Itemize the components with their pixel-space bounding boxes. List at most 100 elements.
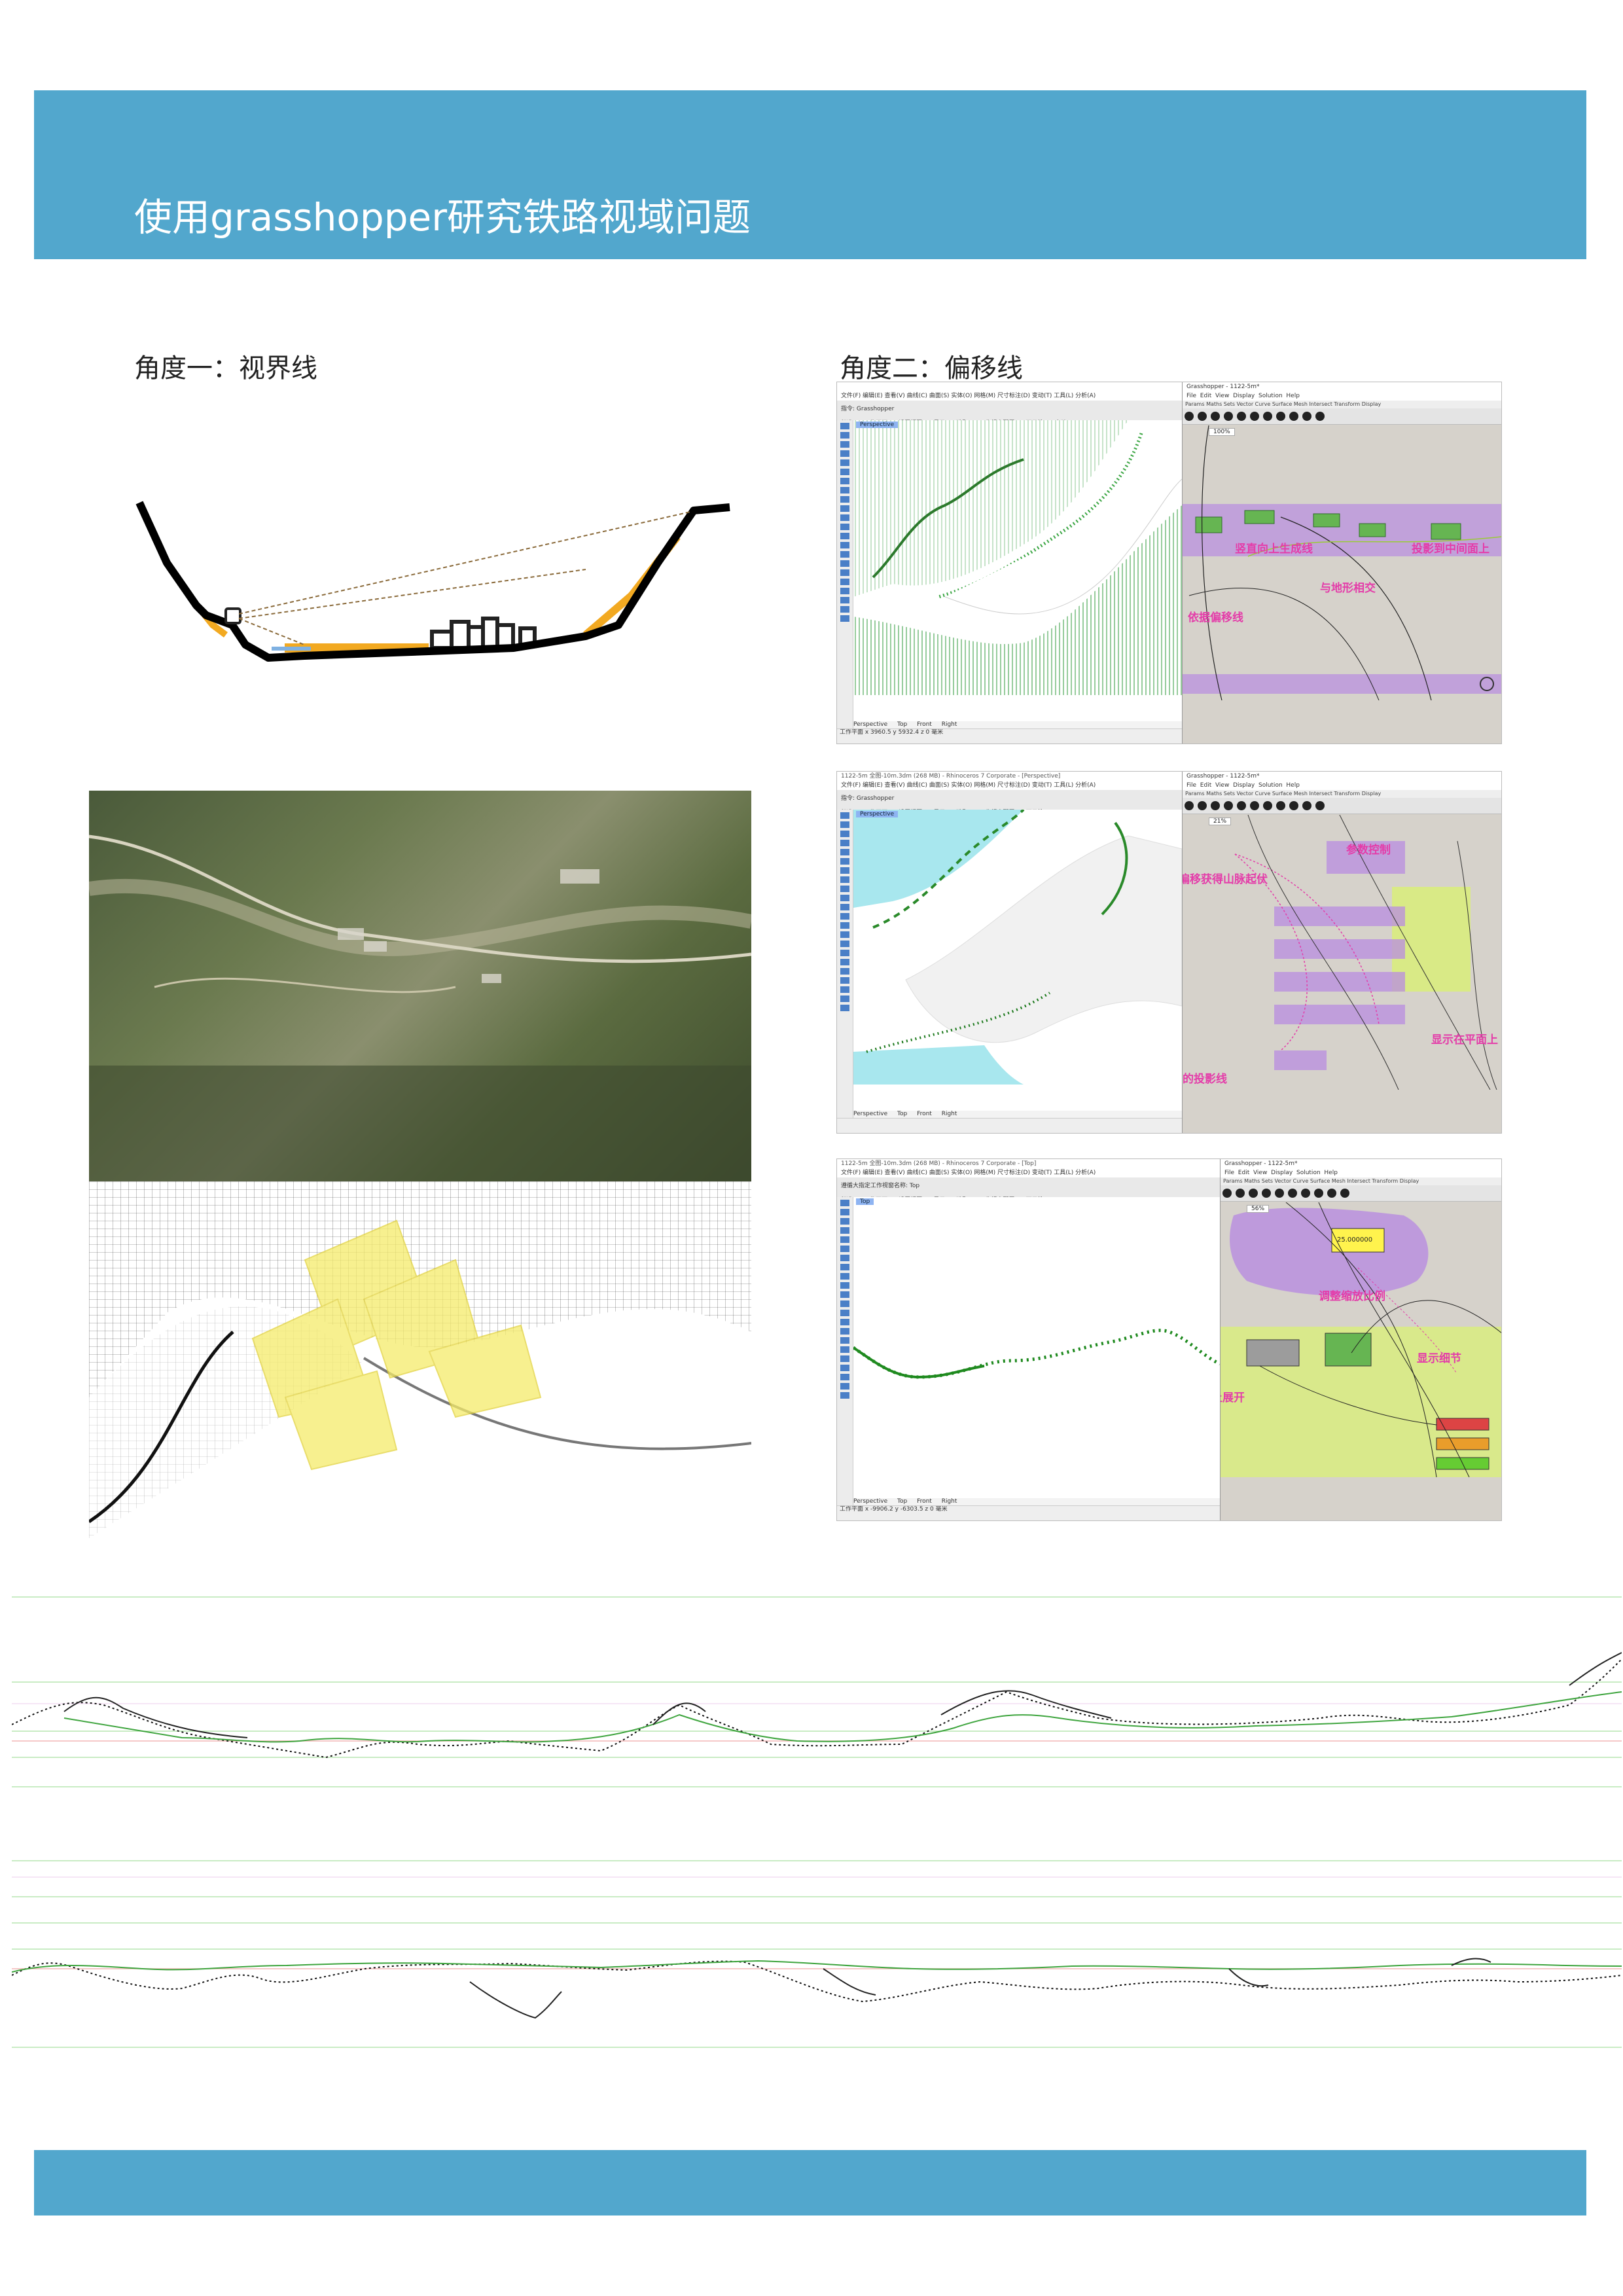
gh-menu-file[interactable]: File [1224,1170,1234,1176]
profile-strip-lower [12,1851,1622,2067]
profile-line-dotted [12,1659,1622,1759]
page-title: 使用grasshopper研究铁路视域问题 [134,195,751,240]
gh-menu-solution[interactable]: Solution [1258,393,1283,399]
viewport-label[interactable]: Perspective [856,811,899,817]
tab-right[interactable]: Right [942,1111,957,1117]
gh-canvas[interactable]: 21% [1183,814,1501,1133]
grasshopper-window[interactable]: Grasshopper - 1122-5m* File Edit View Di… [1182,772,1501,1133]
guide-lines-upper [12,1596,1622,1787]
gh-ribbon[interactable] [1183,408,1501,425]
valley-road [89,878,751,956]
guide-lines-lower [12,1860,1622,2048]
command-line[interactable]: 指令: Grasshopper [841,793,894,802]
gh-menu-view[interactable]: View [1253,1170,1267,1176]
gh-menu-file[interactable]: File [1186,782,1196,789]
gh-title: Grasshopper - 1122-5m* [1221,1159,1501,1168]
left-toolbar[interactable] [837,810,853,1119]
left-toolbar[interactable] [837,420,853,729]
gh-menu-help[interactable]: Help [1324,1170,1338,1176]
tab-top[interactable]: Top [897,721,907,728]
annotation-offset-line: 依据偏移线 [1188,611,1243,624]
viewer-train [224,607,241,624]
gh-menu[interactable]: File Edit View Display Solution Help [1183,781,1501,790]
gh-zoom[interactable]: 56% [1247,1205,1270,1213]
mesh-visibility-render [89,1181,751,1538]
left-toolbar[interactable] [837,1197,853,1506]
annotation-show-details: 显示细节 [1417,1352,1461,1365]
tab-right[interactable]: Right [942,1498,957,1505]
gh-menu-display[interactable]: Display [1271,1170,1293,1176]
gh-menu-edit[interactable]: Edit [1200,393,1211,399]
gh-title: Grasshopper - 1122-5m* [1183,382,1501,391]
tab-front[interactable]: Front [917,1111,932,1117]
tab-front[interactable]: Front [917,1498,932,1505]
profile-strip-upper [12,1587,1622,1803]
gh-zoom[interactable]: 100% [1209,428,1235,436]
unrolled-point-line [853,1329,1220,1379]
gh-menu-help[interactable]: Help [1286,393,1300,399]
profile-line-green [63,1691,1622,1743]
tab-front[interactable]: Front [917,721,932,728]
tab-top[interactable]: Top [897,1111,907,1117]
profile-line-dotted-lower [12,1960,1622,2003]
gh-component-tabs[interactable]: Params Maths Sets Vector Curve Surface M… [1183,401,1501,408]
annotation-adjust-scale: 调整缩放比例 [1319,1290,1385,1303]
annotation-parameter-control: 参数控制 [1346,844,1391,857]
mountain-shadow [89,1066,751,1181]
gh-ribbon[interactable] [1183,798,1501,814]
viewport-label[interactable]: Top [856,1198,874,1205]
gh-menu-solution[interactable]: Solution [1258,782,1283,789]
viewport-label[interactable]: Perspective [856,422,899,428]
rhino-screenshot-3: 1122-5m 全图-10m.3dm (268 MB) - Rhinoceros… [836,1158,1502,1521]
tab-top[interactable]: Top [897,1498,907,1505]
profile-line-green-lower [12,1960,1622,1973]
tab-right[interactable]: Right [942,721,957,728]
bottom-banner [34,2150,1586,2215]
gh-ribbon[interactable] [1221,1185,1501,1202]
tab-perspective[interactable]: Perspective [853,721,887,728]
gh-menu[interactable]: File Edit View Display Solution Help [1221,1168,1501,1177]
gh-zoom[interactable]: 21% [1209,817,1232,825]
gh-menu-display[interactable]: Display [1233,782,1255,789]
grasshopper-window[interactable]: Grasshopper - 1122-5m* File Edit View Di… [1182,382,1501,744]
annotation-offset-mountain: 根据偏移获得山脉起伏 [1182,873,1268,886]
section-label-angle1: 角度一：视界线 [134,353,317,384]
tab-perspective[interactable]: Perspective [853,1111,887,1117]
grasshopper-window[interactable]: Grasshopper - 1122-5m* File Edit View Di… [1220,1159,1501,1520]
gh-menu-edit[interactable]: Edit [1200,782,1211,789]
viewport-perspective[interactable]: Perspective [853,810,1182,1111]
section-label-angle2: 角度二：偏移线 [840,353,1023,384]
rhino-screenshot-1: 文件(F) 编辑(E) 查看(V) 曲线(C) 曲面(S) 实体(O) 网格(M… [836,382,1502,744]
group-purple-top [1230,1208,1429,1296]
viewport-perspective[interactable]: Perspective [853,420,1182,721]
gh-menu[interactable]: File Edit View Display Solution Help [1183,391,1501,401]
profile-line-black [63,1652,1622,1738]
river [272,647,311,651]
sight-line-mid [238,569,586,619]
satellite-image [89,791,751,1181]
group-purple-bottom [1183,674,1501,694]
gh-menu-help[interactable]: Help [1286,782,1300,789]
path-line [154,977,456,994]
cyan-terrain-bottom [853,1045,1024,1085]
gh-menu-solution[interactable]: Solution [1296,1170,1321,1176]
annotation-rail-projection: 铁路线所在的投影线 [1182,1073,1227,1086]
gh-menu-view[interactable]: View [1215,393,1229,399]
gh-menu-view[interactable]: View [1215,782,1229,789]
gh-menu-edit[interactable]: Edit [1238,1170,1249,1176]
gh-component-tabs[interactable]: Params Maths Sets Vector Curve Surface M… [1221,1177,1501,1185]
rail-line [363,1357,751,1450]
command-line[interactable]: 遵循大指定工作视窗名称: Top [841,1181,919,1189]
cyan-terrain-top [853,810,1024,908]
gh-menu-file[interactable]: File [1186,393,1196,399]
gh-component-tabs[interactable]: Params Maths Sets Vector Curve Surface M… [1183,790,1501,798]
viewport-top[interactable]: Top [853,1197,1220,1498]
tab-perspective[interactable]: Perspective [853,1498,887,1505]
cross-section-diagram [134,484,736,681]
annotation-unroll-points: 曲面上的点在平面上展开 [1221,1391,1245,1405]
gh-title: Grasshopper - 1122-5m* [1183,772,1501,781]
gh-menu-display[interactable]: Display [1233,393,1255,399]
annotation-intersect-terrain: 与地形相交 [1320,582,1376,595]
unrolled-solid-line [853,1346,985,1379]
command-line[interactable]: 指令: Grasshopper [841,404,894,412]
